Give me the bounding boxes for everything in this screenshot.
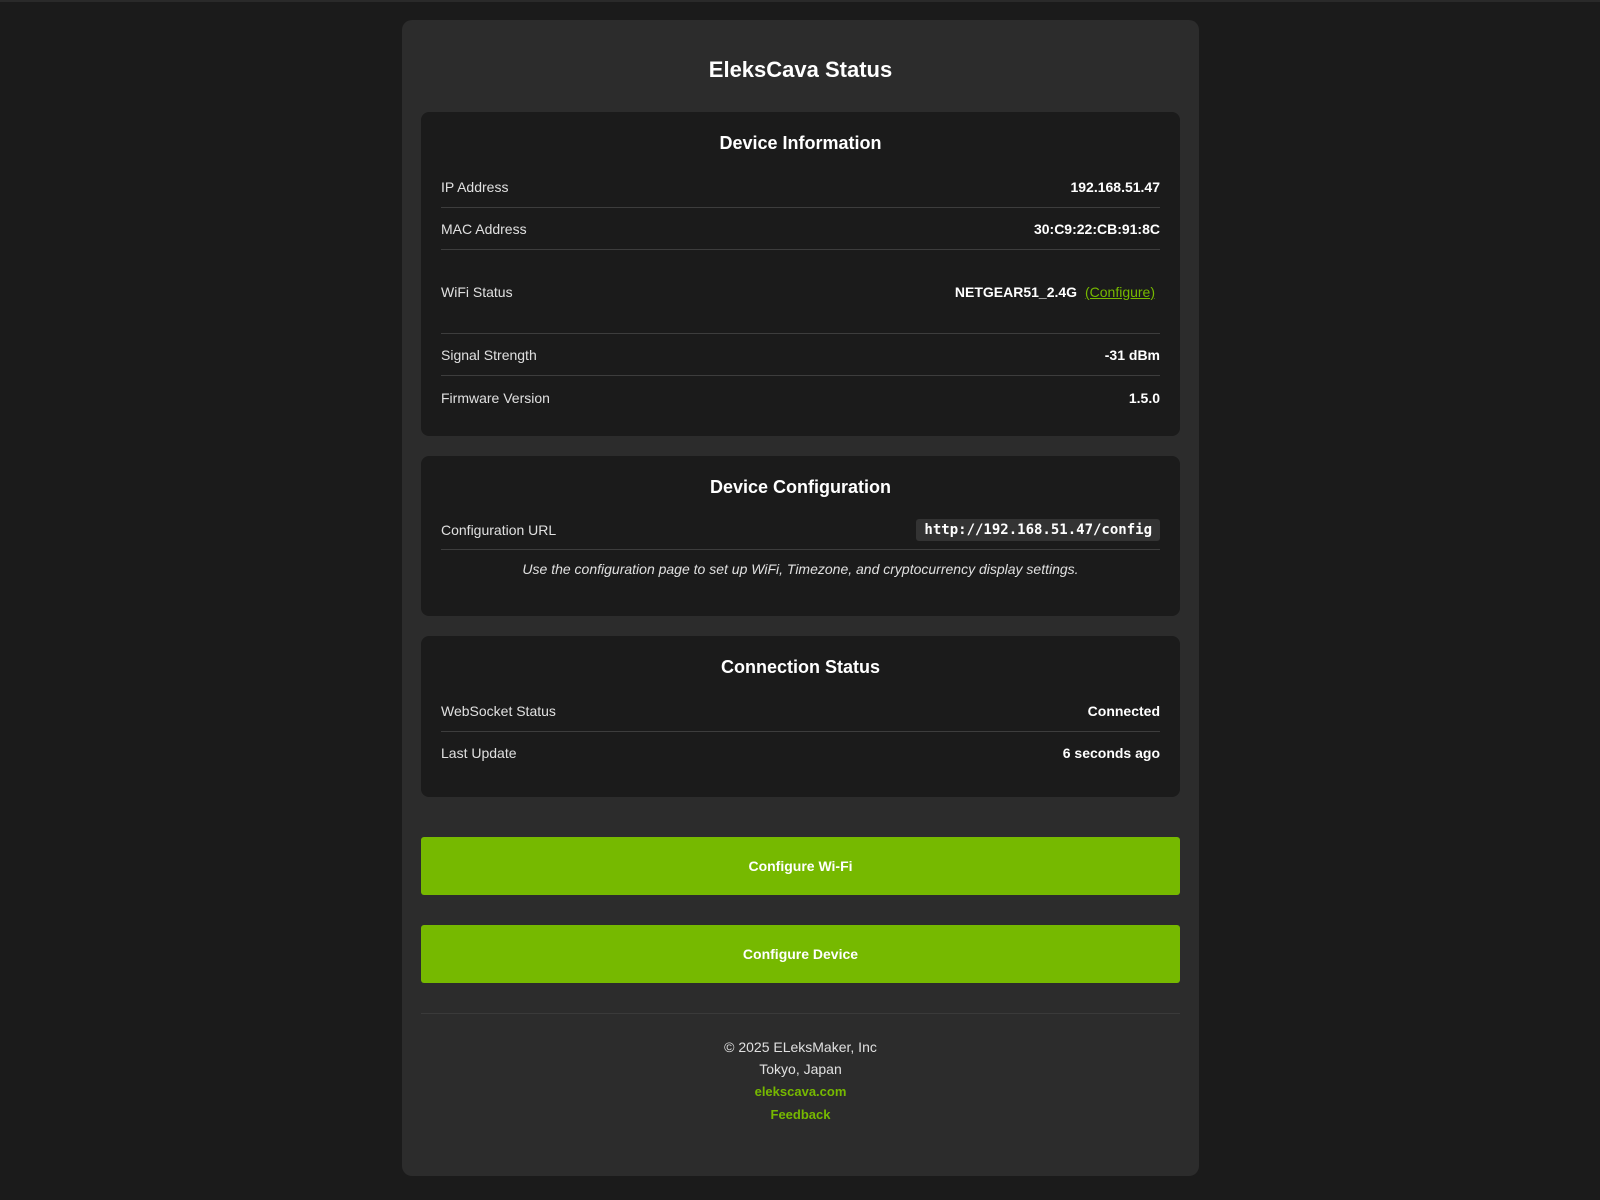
connection-status-card: Connection Status WebSocket Status Conne… <box>421 636 1180 797</box>
device-information-card: Device Information IP Address 192.168.51… <box>421 112 1180 436</box>
configuration-url-row: Configuration URL http://192.168.51.47/c… <box>441 510 1160 550</box>
firmware-version-label: Firmware Version <box>441 390 550 406</box>
status-panel: EleksCava Status Device Information IP A… <box>402 20 1199 1176</box>
top-rule <box>0 0 1600 2</box>
mac-address-label: MAC Address <box>441 220 527 237</box>
configure-device-button[interactable]: Configure Device <box>421 925 1180 983</box>
signal-strength-row: Signal Strength -31 dBm <box>441 334 1160 376</box>
mac-address-value: 30:C9:22:CB:91:8C <box>1033 220 1160 237</box>
device-information-title: Device Information <box>719 133 882 153</box>
last-update-value: 6 seconds ago <box>1062 745 1160 761</box>
configuration-url-label: Configuration URL <box>441 521 557 538</box>
configuration-note: Use the configuration page to set up WiF… <box>522 561 1079 577</box>
wifi-status-label: WiFi Status <box>441 283 513 300</box>
website-link[interactable]: elekscava.com <box>755 1084 847 1099</box>
ip-address-value: 192.168.51.47 <box>1070 178 1160 195</box>
configuration-url-value: http://192.168.51.47/config <box>916 518 1160 541</box>
footer-location: Tokyo, Japan <box>759 1061 842 1077</box>
websocket-status-value: Connected <box>1087 702 1160 719</box>
signal-strength-label: Signal Strength <box>441 346 537 363</box>
device-configuration-card: Device Configuration Configuration URL h… <box>421 456 1180 616</box>
feedback-link[interactable]: Feedback <box>771 1107 831 1122</box>
mac-address-row: MAC Address 30:C9:22:CB:91:8C <box>441 208 1160 250</box>
configure-wifi-button[interactable]: Configure Wi-Fi <box>421 837 1180 895</box>
firmware-version-row: Firmware Version 1.5.0 <box>441 376 1160 424</box>
wifi-status-value-group: NETGEAR51_2.4G (Configure) <box>955 284 1160 300</box>
websocket-status-label: WebSocket Status <box>441 702 556 719</box>
footer: © 2025 ELeksMaker, Inc Tokyo, Japan elek… <box>421 1014 1180 1126</box>
websocket-status-row: WebSocket Status Connected <box>441 690 1160 732</box>
device-configuration-title: Device Configuration <box>709 477 892 497</box>
last-update-row: Last Update 6 seconds ago <box>441 732 1160 774</box>
signal-strength-value: -31 dBm <box>1104 346 1160 363</box>
ip-address-label: IP Address <box>441 178 509 195</box>
firmware-version-value: 1.5.0 <box>1128 390 1160 406</box>
wifi-ssid-value: NETGEAR51_2.4G <box>954 283 1078 300</box>
ip-address-row: IP Address 192.168.51.47 <box>441 166 1160 208</box>
wifi-configure-link[interactable]: (Configure) <box>1085 284 1155 300</box>
wifi-status-row: WiFi Status NETGEAR51_2.4G (Configure) <box>441 250 1160 334</box>
connection-status-title: Connection Status <box>720 657 880 677</box>
page-title: EleksCava Status <box>708 57 893 82</box>
footer-copyright: © 2025 ELeksMaker, Inc <box>724 1039 877 1055</box>
last-update-label: Last Update <box>441 745 517 761</box>
